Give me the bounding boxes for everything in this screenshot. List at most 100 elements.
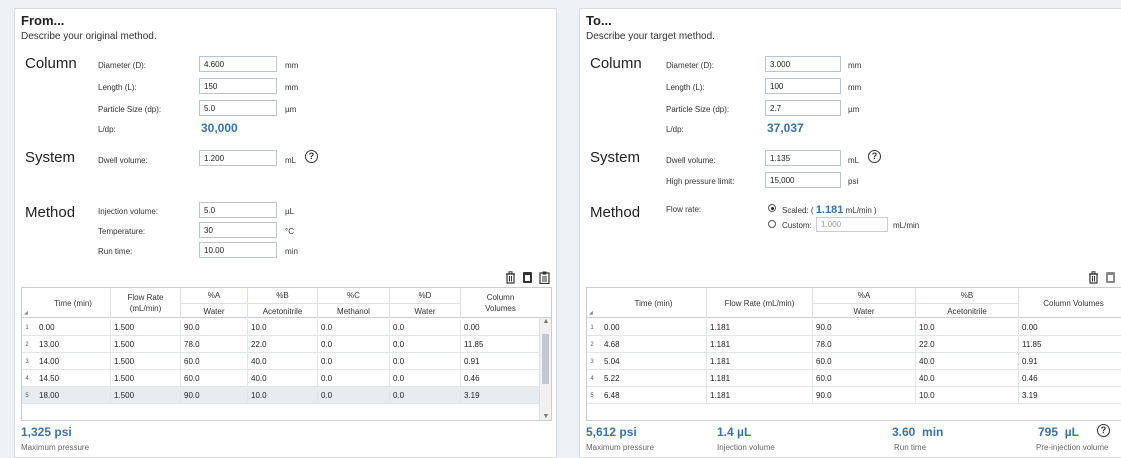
header-a[interactable]: %A Water	[180, 288, 247, 318]
cell-cv[interactable]: 3.19	[1018, 387, 1121, 404]
table-row[interactable]: 5 18.00 1.500 90.0 10.0 0.0 0.0 3.19	[22, 387, 540, 404]
cell-d[interactable]: 0.0	[389, 387, 460, 404]
cell-a[interactable]: 78.0	[812, 336, 915, 353]
cell-a[interactable]: 60.0	[812, 353, 915, 370]
help-icon[interactable]: ?	[305, 150, 318, 163]
cell-cv[interactable]: 0.00	[460, 319, 540, 336]
header-d[interactable]: %D Water	[389, 288, 460, 318]
scrollbar-thumb[interactable]	[542, 334, 549, 384]
cell-flow[interactable]: 1.500	[110, 387, 180, 404]
cell-time[interactable]: 5.04	[601, 353, 706, 370]
custom-radio[interactable]	[768, 220, 776, 228]
cell-b[interactable]: 22.0	[247, 336, 317, 353]
cell-time[interactable]: 0.00	[36, 319, 110, 336]
cell-time[interactable]: 4.68	[601, 336, 706, 353]
cell-a[interactable]: 60.0	[180, 370, 247, 387]
from-injection-input[interactable]	[199, 202, 277, 218]
cell-a[interactable]: 90.0	[180, 387, 247, 404]
from-length-input[interactable]	[199, 78, 277, 94]
scroll-up-icon[interactable]: ▲	[540, 318, 552, 325]
cell-flow[interactable]: 1.500	[110, 336, 180, 353]
cell-c[interactable]: 0.0	[317, 319, 389, 336]
from-runtime-input[interactable]	[199, 242, 277, 258]
cell-flow[interactable]: 1.500	[110, 319, 180, 336]
to-length-input[interactable]	[765, 78, 841, 94]
from-particle-input[interactable]	[199, 100, 277, 116]
header-flow[interactable]: Flow Rate (mL/min)	[706, 288, 812, 318]
cell-flow[interactable]: 1.181	[706, 336, 812, 353]
table-row[interactable]: 1 0.00 1.181 90.0 10.0 0.00	[587, 319, 1121, 336]
table-row[interactable]: 3 14.00 1.500 60.0 40.0 0.0 0.0 0.91	[22, 353, 540, 370]
scaled-radio[interactable]	[768, 204, 776, 212]
to-particle-input[interactable]	[765, 100, 841, 116]
cell-d[interactable]: 0.0	[389, 336, 460, 353]
cell-c[interactable]: 0.0	[317, 370, 389, 387]
cell-b[interactable]: 10.0	[915, 319, 1018, 336]
cell-cv[interactable]: 11.85	[1018, 336, 1121, 353]
table-row[interactable]: 1 0.00 1.500 90.0 10.0 0.0 0.0 0.00	[22, 319, 540, 336]
cell-b[interactable]: 40.0	[915, 353, 1018, 370]
header-a[interactable]: %A Water	[812, 288, 915, 318]
cell-time[interactable]: 6.48	[601, 387, 706, 404]
cell-cv[interactable]: 0.46	[460, 370, 540, 387]
cell-c[interactable]: 0.0	[317, 387, 389, 404]
cell-cv[interactable]: 0.91	[1018, 353, 1121, 370]
cell-d[interactable]: 0.0	[389, 370, 460, 387]
cell-b[interactable]: 40.0	[247, 370, 317, 387]
to-hpl-input[interactable]	[765, 172, 841, 188]
help-icon[interactable]: ?	[868, 150, 881, 163]
header-flow[interactable]: Flow Rate (mL/min)	[110, 288, 180, 318]
cell-flow[interactable]: 1.500	[110, 353, 180, 370]
header-cv[interactable]: Column Volumes	[1018, 288, 1121, 318]
to-diameter-input[interactable]	[765, 56, 841, 72]
header-b[interactable]: %B Acetonitrile	[247, 288, 317, 318]
cell-a[interactable]: 60.0	[812, 370, 915, 387]
paste-icon[interactable]	[1105, 271, 1116, 284]
cell-b[interactable]: 10.0	[247, 387, 317, 404]
cell-time[interactable]: 14.00	[36, 353, 110, 370]
cell-flow[interactable]: 1.181	[706, 370, 812, 387]
cell-a[interactable]: 90.0	[812, 319, 915, 336]
vertical-scrollbar[interactable]: ▲ ▼	[539, 318, 551, 420]
cell-d[interactable]: 0.0	[389, 353, 460, 370]
cell-flow[interactable]: 1.181	[706, 319, 812, 336]
cell-time[interactable]: 14.50	[36, 370, 110, 387]
cell-c[interactable]: 0.0	[317, 336, 389, 353]
custom-flow-input[interactable]	[816, 217, 888, 232]
cell-a[interactable]: 90.0	[180, 319, 247, 336]
table-row[interactable]: 4 14.50 1.500 60.0 40.0 0.0 0.0 0.46	[22, 370, 540, 387]
cell-time[interactable]: 0.00	[601, 319, 706, 336]
cell-cv[interactable]: 3.19	[460, 387, 540, 404]
to-dwell-input[interactable]	[765, 150, 841, 166]
help-icon[interactable]: ?	[1097, 424, 1110, 437]
table-row[interactable]: 4 5.22 1.181 60.0 40.0 0.46	[587, 370, 1121, 387]
from-dwell-input[interactable]	[199, 150, 277, 166]
cell-time[interactable]: 18.00	[36, 387, 110, 404]
table-row[interactable]: 3 5.04 1.181 60.0 40.0 0.91	[587, 353, 1121, 370]
cell-a[interactable]: 78.0	[180, 336, 247, 353]
header-time[interactable]: Time (min)	[601, 288, 706, 318]
cell-b[interactable]: 40.0	[247, 353, 317, 370]
cell-cv[interactable]: 0.00	[1018, 319, 1121, 336]
cell-flow[interactable]: 1.181	[706, 353, 812, 370]
cell-cv[interactable]: 11.85	[460, 336, 540, 353]
cell-flow[interactable]: 1.500	[110, 370, 180, 387]
cell-b[interactable]: 22.0	[915, 336, 1018, 353]
cell-time[interactable]: 13.00	[36, 336, 110, 353]
header-c[interactable]: %C Methanol	[317, 288, 389, 318]
cell-flow[interactable]: 1.181	[706, 387, 812, 404]
cell-cv[interactable]: 0.91	[460, 353, 540, 370]
cell-c[interactable]: 0.0	[317, 353, 389, 370]
cell-d[interactable]: 0.0	[389, 319, 460, 336]
table-row[interactable]: 2 13.00 1.500 78.0 22.0 0.0 0.0 11.85	[22, 336, 540, 353]
paste-icon[interactable]	[522, 271, 533, 284]
header-time[interactable]: Time (min)	[36, 288, 110, 318]
from-temperature-input[interactable]	[199, 222, 277, 238]
delete-icon[interactable]	[1088, 271, 1099, 284]
cell-b[interactable]: 10.0	[915, 387, 1018, 404]
scroll-down-icon[interactable]: ▼	[540, 413, 552, 420]
clipboard-icon[interactable]	[539, 271, 550, 284]
from-diameter-input[interactable]	[199, 56, 277, 72]
delete-icon[interactable]	[505, 271, 516, 284]
header-cv[interactable]: Column Volumes	[460, 288, 540, 318]
